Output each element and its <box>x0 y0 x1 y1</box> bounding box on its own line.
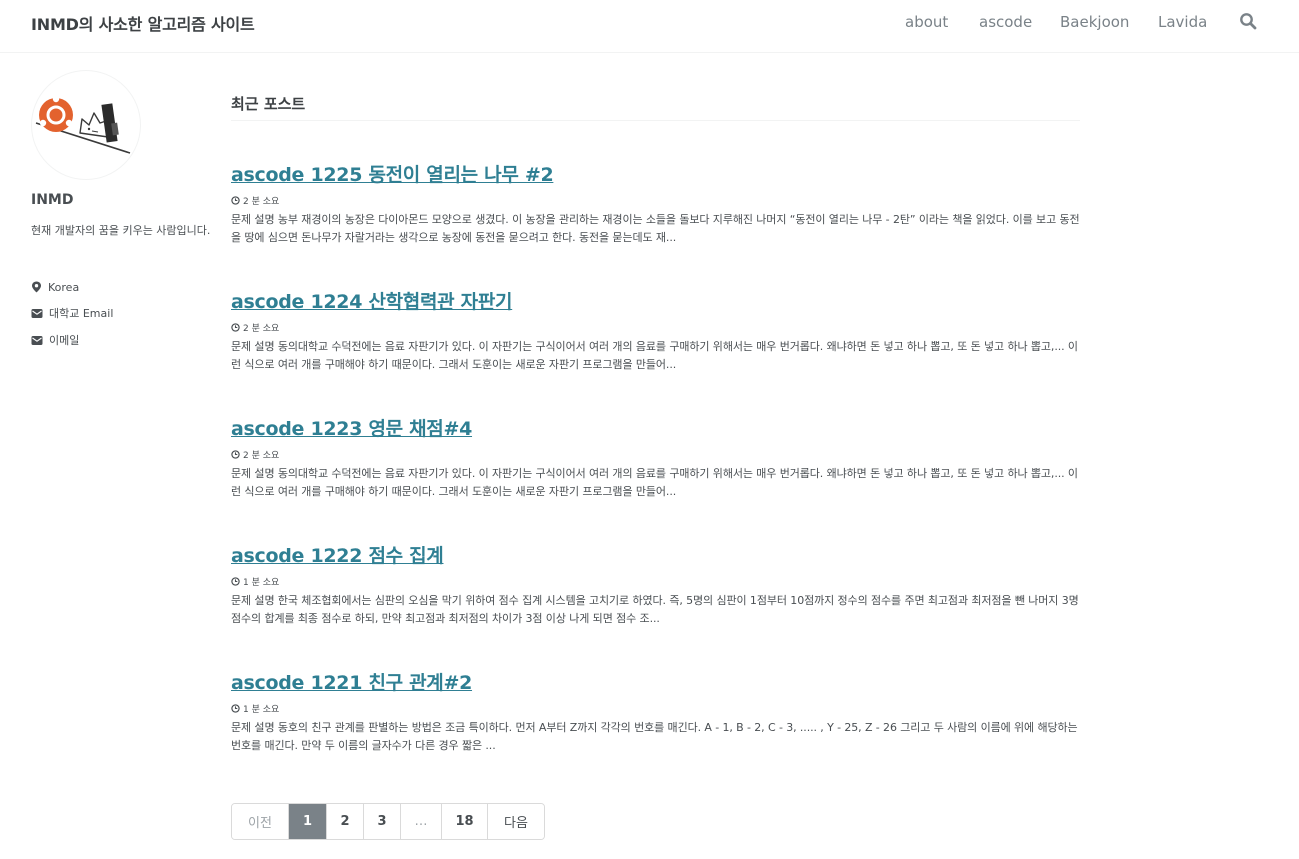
email-label: 이메일 <box>49 334 80 347</box>
pagination-page-1[interactable]: 1 <box>289 804 327 839</box>
post-excerpt: 문제 설명 동의대학교 수덕전에는 음료 자판기가 있다. 이 자판기는 구식이… <box>231 340 1078 371</box>
clock-icon <box>231 195 240 205</box>
nav-item-lavida[interactable]: Lavida <box>1158 13 1207 31</box>
post-item: ascode 1221 친구 관계#2 1 분 소요 문제 설명 동호의 친구 … <box>231 671 1091 755</box>
masthead: INMD의 사소한 알고리즘 사이트 about ascode Baekjoon… <box>0 0 1299 53</box>
read-time: 1 분 소요 <box>231 575 1091 588</box>
read-time: 2 분 소요 <box>231 448 1091 461</box>
post-title-link[interactable]: ascode 1224 산학협력관 자판기 <box>231 290 1091 314</box>
page-title: 최근 포스트 <box>231 95 306 113</box>
post-title-link[interactable]: ascode 1225 동전이 열리는 나무 #2 <box>231 163 1091 187</box>
pagination-page-18[interactable]: 18 <box>442 804 488 839</box>
post-excerpt: 문제 설명 동호의 친구 관계를 판별하는 방법은 조금 특이하다. 먼저 A부… <box>231 721 1078 752</box>
read-time-label: 2 분 소요 <box>243 450 280 461</box>
map-marker-icon <box>32 281 41 293</box>
university-email-label: 대학교 Email <box>49 307 114 320</box>
post-item: ascode 1224 산학협력관 자판기 2 분 소요 문제 설명 동의대학교… <box>231 290 1091 374</box>
read-time: 1 분 소요 <box>231 702 1091 715</box>
email-link[interactable]: 이메일 <box>31 332 79 348</box>
post-excerpt: 문제 설명 한국 체조협회에서는 심판의 오심을 막기 위하여 점수 집계 시스… <box>231 594 1079 625</box>
read-time: 2 분 소요 <box>231 194 1091 207</box>
post-title-link[interactable]: ascode 1222 점수 집계 <box>231 544 1091 568</box>
post-excerpt: 문제 설명 동의대학교 수덕전에는 음료 자판기가 있다. 이 자판기는 구식이… <box>231 467 1078 498</box>
read-time: 2 분 소요 <box>231 321 1091 334</box>
nav-item-baekjoon[interactable]: Baekjoon <box>1060 13 1129 31</box>
read-time-label: 1 분 소요 <box>243 577 280 588</box>
title-divider <box>231 120 1080 121</box>
pagination-page-3[interactable]: 3 <box>364 804 401 839</box>
pagination-prev-button[interactable]: 이전 <box>232 804 289 839</box>
search-icon[interactable] <box>1239 12 1259 32</box>
nav-item-ascode[interactable]: ascode <box>979 13 1032 31</box>
post-item: ascode 1222 점수 집계 1 분 소요 문제 설명 한국 체조협회에서… <box>231 544 1091 628</box>
main-nav: about ascode Baekjoon Lavida <box>0 13 1299 33</box>
envelope-icon <box>31 308 43 318</box>
post-item: ascode 1223 영문 채점#4 2 분 소요 문제 설명 동의대학교 수… <box>231 417 1091 501</box>
read-time-label: 2 분 소요 <box>243 196 280 207</box>
post-item: ascode 1225 동전이 열리는 나무 #2 2 분 소요 문제 설명 농… <box>231 163 1091 247</box>
nav-item-about[interactable]: about <box>905 13 948 31</box>
post-title-link[interactable]: ascode 1221 친구 관계#2 <box>231 671 1091 695</box>
university-email-link[interactable]: 대학교 Email <box>31 305 113 321</box>
post-excerpt: 문제 설명 농부 재경이의 농장은 다이아몬드 모양으로 생겼다. 이 농장을 … <box>231 213 1080 244</box>
envelope-icon <box>31 335 43 345</box>
clock-icon <box>231 703 240 713</box>
clock-icon <box>231 449 240 459</box>
pagination-page-2[interactable]: 2 <box>327 804 364 839</box>
pagination: 이전 1 2 3 … 18 다음 <box>231 803 545 840</box>
read-time-label: 1 분 소요 <box>243 704 280 715</box>
clock-icon <box>231 322 240 332</box>
clock-icon <box>231 576 240 586</box>
post-title-link[interactable]: ascode 1223 영문 채점#4 <box>231 417 1091 441</box>
author-location-label: Korea <box>48 280 80 294</box>
author-name: INMD <box>31 192 74 208</box>
author-bio: 현재 개발자의 꿈을 키우는 사람입니다. <box>31 224 211 237</box>
avatar <box>31 70 141 180</box>
pagination-ellipsis: … <box>401 804 442 839</box>
pagination-next-button[interactable]: 다음 <box>488 804 544 839</box>
read-time-label: 2 분 소요 <box>243 323 280 334</box>
author-location: Korea <box>31 279 79 295</box>
